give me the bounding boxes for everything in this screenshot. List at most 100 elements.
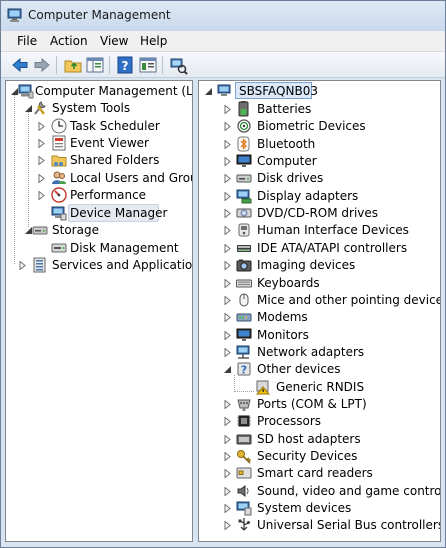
speaker-icon — [237, 484, 249, 497]
event-viewer-icon — [52, 135, 66, 151]
expand-arrow-icon[interactable] — [224, 469, 232, 479]
tree-item-services-and-applications[interactable]: Services and Applications — [6, 257, 192, 274]
device-category-security-devices[interactable]: Security Devices — [199, 448, 440, 465]
tree-item-label: Event Viewer — [70, 136, 149, 150]
expand-arrow-icon[interactable] — [224, 209, 232, 219]
toolbar-separator — [109, 56, 110, 74]
tree-item-label: Task Scheduler — [70, 119, 160, 133]
menu-action[interactable]: Action — [50, 34, 88, 48]
tree-item-device-manager[interactable]: Device Manager — [6, 204, 192, 222]
expand-arrow-icon[interactable] — [224, 434, 232, 444]
tree-item-task-scheduler[interactable]: Task Scheduler — [6, 118, 192, 135]
device-category-monitors[interactable]: Monitors — [199, 327, 440, 344]
device-category-other-devices[interactable]: ? Other devices — [199, 361, 440, 378]
device-category-processors[interactable]: Processors — [199, 413, 440, 430]
menu-help[interactable]: Help — [140, 34, 167, 48]
expand-arrow-icon[interactable] — [224, 243, 232, 253]
device-category-bluetooth[interactable]: Bluetooth — [199, 136, 440, 153]
device-category-biometric-devices[interactable]: Biometric Devices — [199, 118, 440, 135]
tree-item-label: Disk Management — [70, 241, 179, 255]
expand-arrow-icon[interactable] — [38, 156, 46, 165]
collapse-arrow-icon[interactable] — [224, 365, 232, 374]
tree-item-shared-folders[interactable]: Shared Folders — [6, 152, 192, 169]
tree-item-system-tools[interactable]: System Tools — [6, 100, 192, 117]
expand-arrow-icon[interactable] — [224, 122, 232, 132]
device-category-imaging-devices[interactable]: Imaging devices — [199, 257, 440, 274]
up-folder-icon[interactable] — [63, 55, 83, 75]
expand-arrow-icon[interactable] — [224, 261, 232, 271]
performance-icon — [51, 187, 67, 203]
device-category-human-interface-devices[interactable]: Human Interface Devices — [199, 222, 440, 239]
device-category-mice-and-other-pointing-devices[interactable]: Mice and other pointing devices — [199, 292, 440, 309]
expand-arrow-icon[interactable] — [224, 504, 232, 514]
show-hide-tree-icon[interactable] — [85, 55, 105, 75]
console-tree-pane[interactable]: Computer Management (Local System Tools … — [5, 80, 193, 542]
expand-arrow-icon[interactable] — [38, 191, 46, 200]
expand-arrow-icon[interactable] — [38, 122, 46, 131]
tree-item-performance[interactable]: Performance — [6, 187, 192, 204]
device-category-ide-ata-atapi-controllers[interactable]: IDE ATA/ATAPI controllers — [199, 240, 440, 257]
forward-icon[interactable] — [32, 55, 52, 75]
expand-arrow-icon[interactable] — [224, 157, 232, 167]
tree-item-computer-management[interactable]: Computer Management (Local — [6, 83, 192, 100]
device-category-universal-serial-bus-controllers[interactable]: Universal Serial Bus controllers — [199, 517, 440, 534]
expand-arrow-icon[interactable] — [38, 174, 46, 183]
back-icon[interactable] — [10, 55, 30, 75]
device-category-sd-host-adapters[interactable]: SD host adapters — [199, 431, 440, 448]
expand-arrow-icon[interactable] — [224, 278, 232, 288]
menu-file[interactable]: File — [17, 34, 37, 48]
port-icon — [237, 399, 251, 411]
expand-arrow-icon[interactable] — [224, 486, 232, 496]
tree-item-storage[interactable]: Storage — [6, 222, 192, 239]
tree-item-disk-management[interactable]: Disk Management — [6, 240, 192, 257]
expand-arrow-icon[interactable] — [224, 174, 232, 184]
device-category-modems[interactable]: Modems — [199, 309, 440, 326]
expand-arrow-icon[interactable] — [224, 191, 232, 201]
menu-view[interactable]: View — [100, 34, 128, 48]
scan-hardware-icon[interactable] — [168, 55, 188, 75]
services-icon — [33, 257, 46, 273]
expand-arrow-icon[interactable] — [224, 521, 232, 531]
tree-item-local-users-and-groups[interactable]: Local Users and Groups — [6, 170, 192, 187]
help-icon[interactable]: ? — [115, 55, 135, 75]
device-category-network-adapters[interactable]: Network adapters — [199, 344, 440, 361]
monitor-icon — [236, 328, 252, 341]
other-devices-icon: ? — [237, 362, 251, 377]
device-category-label: DVD/CD-ROM drives — [257, 206, 379, 221]
collapse-arrow-icon[interactable] — [205, 87, 213, 96]
expand-arrow-icon[interactable] — [224, 226, 232, 236]
device-category-label: IDE ATA/ATAPI controllers — [257, 240, 408, 255]
device-category-computer[interactable]: Computer — [199, 153, 440, 170]
device-category-system-devices[interactable]: System devices — [199, 500, 440, 517]
expand-arrow-icon[interactable] — [224, 313, 232, 323]
title-bar[interactable]: Computer Management — [1, 1, 445, 31]
device-category-ports-com-lpt[interactable]: Ports (COM & LPT) — [199, 396, 440, 413]
bluetooth-icon — [237, 136, 250, 152]
expand-arrow-icon[interactable] — [224, 105, 232, 114]
tree-item-root-computer[interactable]: SBSFAQNB03 — [199, 82, 440, 100]
toolbar-separator — [56, 56, 57, 74]
device-category-disk-drives[interactable]: Disk drives — [199, 170, 440, 187]
tree-item-label: Local Users and Groups — [70, 171, 192, 185]
device-category-smart-card-readers[interactable]: Smart card readers — [199, 465, 440, 482]
expand-arrow-icon[interactable] — [224, 347, 232, 357]
expand-arrow-icon[interactable] — [224, 330, 232, 340]
expand-arrow-icon[interactable] — [224, 417, 232, 427]
expand-arrow-icon[interactable] — [19, 261, 27, 270]
device-category-keyboards[interactable]: Keyboards — [199, 275, 440, 292]
device-category-generic-rndis[interactable]: Generic RNDIS — [199, 379, 440, 396]
device-category-dvd-cd-rom-drives[interactable]: DVD/CD-ROM drives — [199, 205, 440, 222]
properties-icon[interactable] — [138, 55, 158, 75]
device-category-display-adapters[interactable]: Display adapters — [199, 188, 440, 205]
expand-arrow-icon[interactable] — [224, 295, 232, 305]
device-category-batteries[interactable]: Batteries — [199, 101, 440, 118]
device-category-sound-video-and-game-controllers[interactable]: Sound, video and game controllers — [199, 483, 440, 500]
tree-item-event-viewer[interactable]: Event Viewer — [6, 135, 192, 152]
device-category-label: Other devices — [257, 362, 341, 377]
device-tree-pane[interactable]: SBSFAQNB03 Batteries Biometric Devices Blu… — [198, 80, 441, 542]
expand-arrow-icon[interactable] — [38, 139, 46, 148]
expand-arrow-icon[interactable] — [224, 139, 232, 149]
clock-icon — [51, 118, 67, 134]
expand-arrow-icon[interactable] — [224, 452, 232, 461]
expand-arrow-icon[interactable] — [224, 399, 232, 409]
